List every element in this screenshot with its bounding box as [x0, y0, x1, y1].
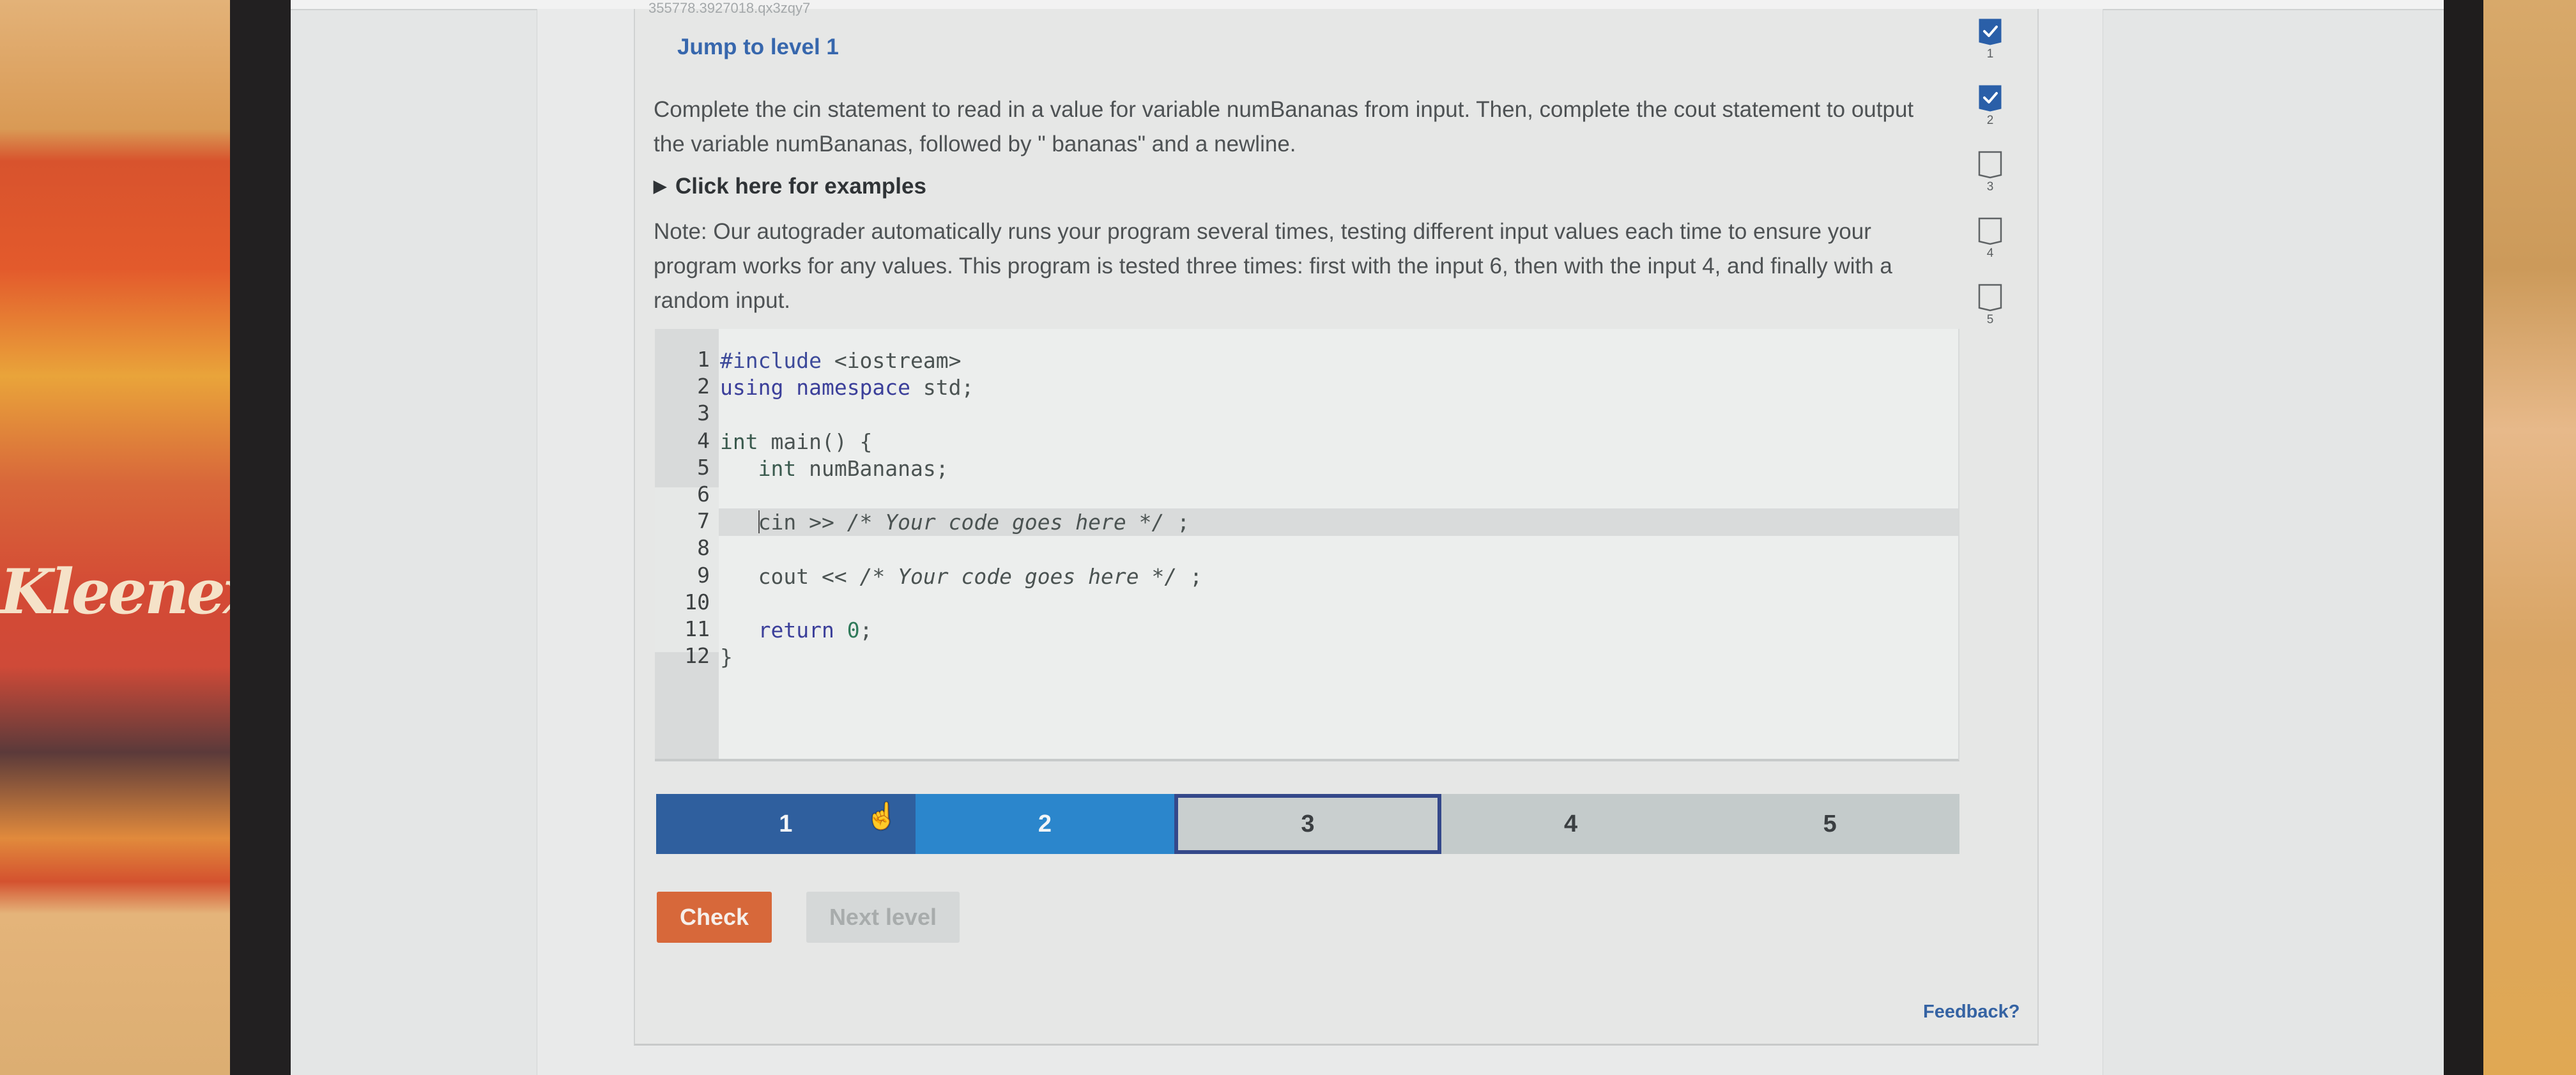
line-number: 2 — [697, 374, 710, 399]
line-number: 11 — [684, 616, 710, 641]
checklist-item-2[interactable]: 2 — [1974, 84, 2006, 151]
code-text: using namespace std; — [720, 375, 974, 400]
line-number: 5 — [697, 454, 710, 480]
line-number: 10 — [684, 589, 710, 614]
checklist-item-4[interactable]: 4 — [1974, 217, 2006, 284]
code-text: cout << /* Your code goes here */ ; — [720, 563, 1202, 589]
code-line-area[interactable]: int main() { — [719, 428, 1958, 455]
code-line[interactable]: 7 cin >> /* Your code goes here */ ; — [655, 508, 1958, 537]
checked-badge-icon — [1979, 85, 2002, 112]
unchecked-badge-icon — [1978, 284, 2002, 312]
code-line[interactable]: 12} — [655, 643, 1958, 671]
checklist-label: 1 — [1986, 47, 1994, 61]
unchecked-badge-icon — [1978, 151, 2002, 179]
line-number: 4 — [697, 427, 710, 453]
examples-toggle[interactable]: ▶ Click here for examples — [654, 174, 926, 199]
checklist-item-5[interactable]: 5 — [1974, 284, 2006, 350]
level-segment-3[interactable]: 3 — [1174, 794, 1441, 854]
expand-triangle-icon: ▶ — [654, 176, 666, 195]
code-text: cin >> /* Your code goes here */ ; — [758, 510, 1190, 535]
line-number: 9 — [697, 562, 710, 588]
unchecked-badge-icon — [1978, 217, 2002, 245]
checklist-label: 4 — [1986, 247, 1994, 260]
code-line[interactable]: 11 return 0; — [655, 616, 1958, 644]
code-line-area[interactable]: cout << /* Your code goes here */ ; — [719, 563, 1958, 590]
code-line[interactable]: 3 — [655, 400, 1958, 428]
code-line[interactable]: 4 int main() { — [655, 428, 1958, 455]
code-text: int main() { — [720, 429, 873, 454]
code-text: #include <iostream> — [720, 348, 962, 373]
code-text: int numBananas; — [758, 455, 949, 481]
text-caret — [758, 510, 760, 534]
activity-id: 355778.3927018.qx3zqy7 — [648, 0, 811, 16]
tissue-box-logo: Kleenex — [0, 556, 259, 628]
checklist-label: 2 — [1986, 114, 1994, 127]
level-checklist: 1 2 3 4 5 — [1974, 18, 2006, 350]
checklist-label: 3 — [1986, 180, 1994, 194]
next-level-button[interactable]: Next level — [806, 892, 960, 943]
line-number: 6 — [697, 482, 710, 507]
checklist-item-3[interactable]: 3 — [1974, 151, 2006, 217]
line-number: 3 — [697, 400, 710, 426]
mouse-pointer-hand-icon: ☝ — [866, 802, 898, 830]
level-segment-2[interactable]: 2 — [915, 794, 1175, 854]
line-number: 7 — [697, 508, 710, 534]
code-line-area[interactable]: #include <iostream> — [719, 347, 1958, 374]
code-line-area[interactable]: cin >> /* Your code goes here */ ; — [719, 508, 1958, 537]
code-line-area[interactable]: int numBananas; — [719, 455, 1958, 482]
level-progress-bar: 12345 — [656, 794, 1959, 854]
code-line[interactable]: 8 — [655, 535, 1958, 563]
code-line[interactable]: 9 cout << /* Your code goes here */ ; — [655, 563, 1958, 590]
code-line[interactable]: 6 — [655, 482, 1958, 509]
checklist-item-1[interactable]: 1 — [1974, 18, 2006, 84]
code-line-area[interactable]: return 0; — [719, 616, 1958, 644]
code-line-area[interactable]: } — [719, 643, 1958, 671]
monitor-bezel-left — [230, 0, 291, 1075]
jump-to-level-link[interactable]: Jump to level 1 — [677, 34, 839, 60]
instructions-text: Complete the cin statement to read in a … — [654, 97, 1914, 156]
level-segment-5[interactable]: 5 — [1700, 794, 1959, 854]
code-line[interactable]: 1 #include <iostream> — [655, 347, 1958, 374]
code-text: return 0; — [758, 618, 873, 643]
checklist-label: 5 — [1986, 313, 1994, 326]
checked-badge-icon — [1979, 19, 2002, 45]
code-line-area[interactable]: using namespace std; — [719, 374, 1958, 401]
check-button[interactable]: Check — [657, 892, 772, 943]
background-tissue-box: Kleenex — [0, 0, 259, 1075]
code-line-area[interactable] — [719, 482, 1958, 509]
monitor-bezel-right — [2444, 0, 2483, 1075]
code-line[interactable]: 5 int numBananas; — [655, 455, 1958, 482]
line-number: 12 — [684, 643, 710, 669]
code-editor[interactable]: 1 #include <iostream> 2 using namespace std… — [655, 329, 1959, 761]
line-number: 8 — [697, 535, 710, 561]
autograder-note: Note: Our autograder automatically runs … — [654, 219, 1892, 313]
examples-toggle-label: Click here for examples — [675, 174, 926, 199]
level-segment-4[interactable]: 4 — [1441, 794, 1701, 854]
code-line-area[interactable] — [719, 400, 1958, 428]
feedback-link[interactable]: Feedback? — [1923, 1002, 2020, 1023]
code-line[interactable]: 10 — [655, 590, 1958, 617]
code-text: } — [720, 644, 733, 670]
background-right — [2483, 0, 2576, 1075]
code-line-area[interactable] — [719, 590, 1958, 617]
code-line[interactable]: 2 using namespace std; — [655, 374, 1958, 401]
line-number: 1 — [697, 347, 710, 372]
code-line-area[interactable] — [719, 535, 1958, 563]
